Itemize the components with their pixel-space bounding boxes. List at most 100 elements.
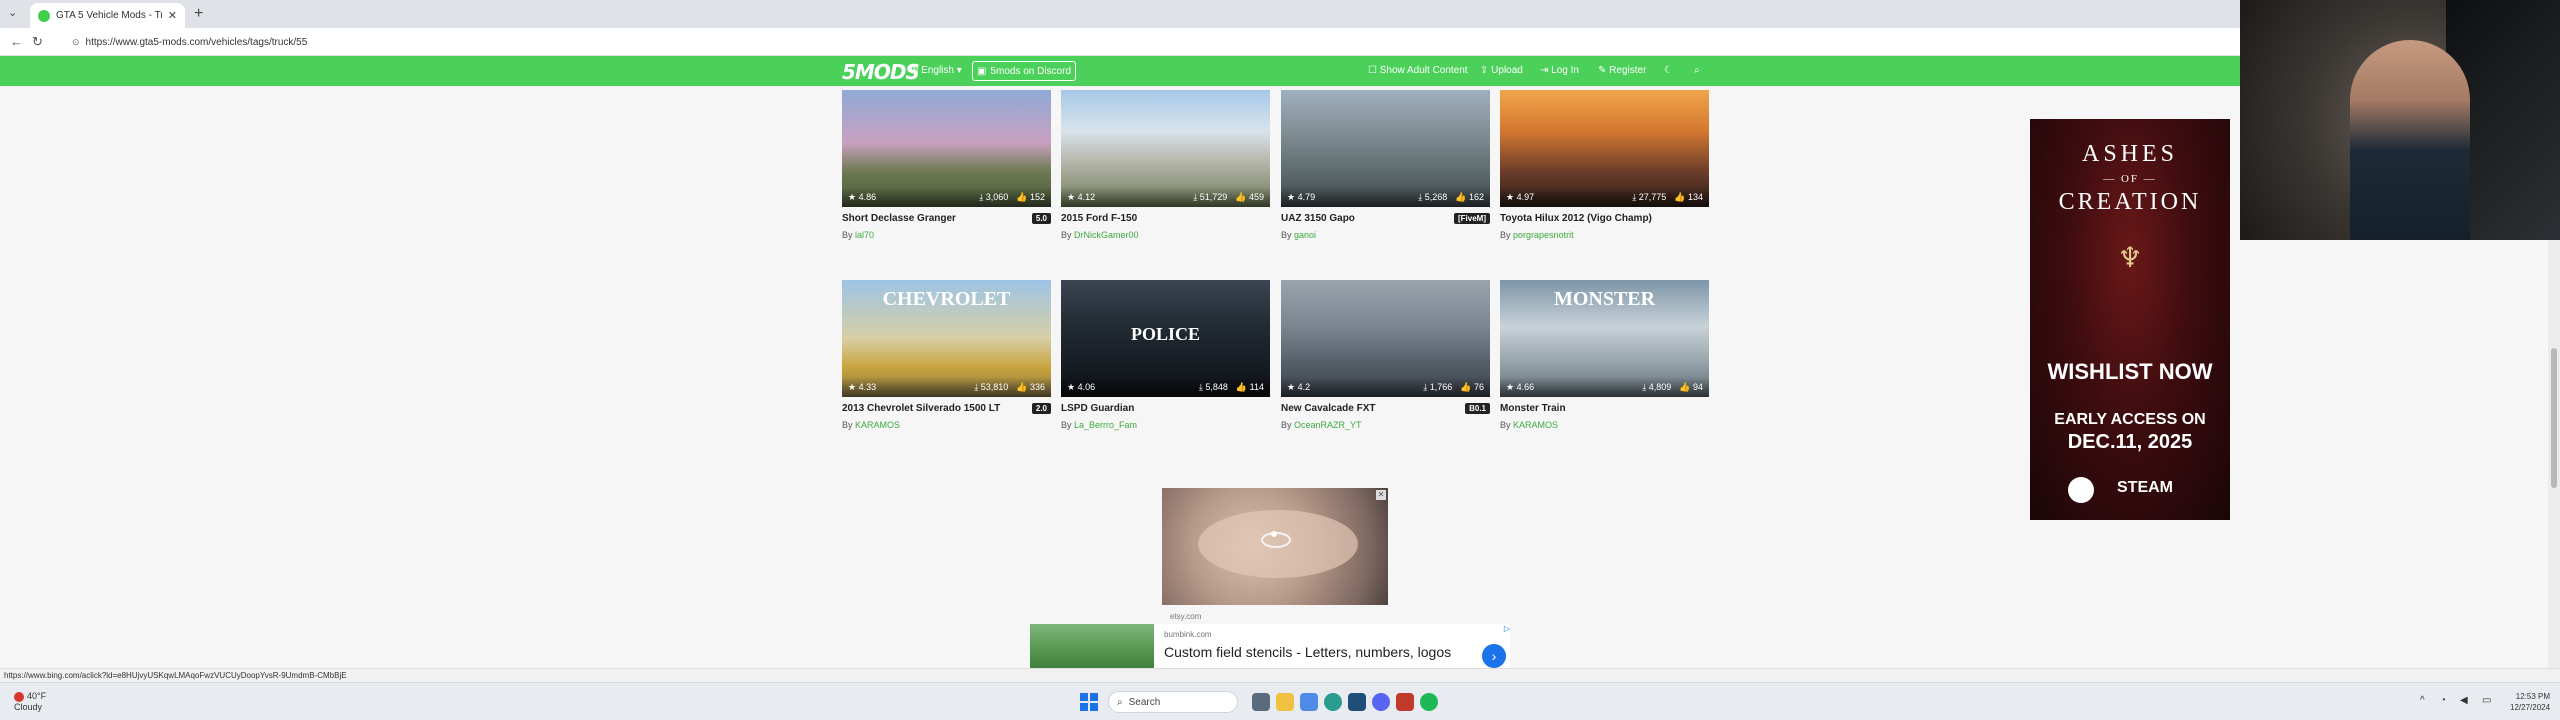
- mod-thumbnail[interactable]: ★ 4.2 ⤓ 1,766 👍 76: [1281, 280, 1490, 397]
- mod-downloads-value: 53,810: [980, 381, 1009, 392]
- volume-icon[interactable]: ◀: [2460, 695, 2468, 706]
- weather-icon: [14, 691, 24, 702]
- browser-tab[interactable]: GTA 5 Vehicle Mods - Truck - GTA ✕: [30, 3, 185, 28]
- mod-likes-value: 162: [1468, 191, 1484, 202]
- mod-title[interactable]: Short Declasse Granger: [842, 213, 956, 224]
- windows-start-icon[interactable]: [1080, 693, 1098, 711]
- theme-icon[interactable]: ☾: [1664, 65, 1673, 76]
- tray-chevron-icon[interactable]: ^: [2420, 695, 2425, 706]
- mod-card[interactable]: CHEVROLET ★ 4.33 ⤓ 53,810 👍 336 2013 Che…: [842, 280, 1051, 430]
- discord-button[interactable]: ▣ 5mods on Discord: [972, 61, 1076, 81]
- mod-card[interactable]: MONSTER ★ 4.66 ⤓ 4,809 👍 94 Monster Trai…: [1500, 280, 1709, 430]
- mod-title[interactable]: 2013 Chevrolet Silverado 1500 LT: [842, 403, 1000, 414]
- browser-icon[interactable]: [1324, 693, 1342, 711]
- mod-author-link[interactable]: porgrapesnotrit: [1513, 230, 1574, 240]
- scrollbar-thumb[interactable]: [2551, 348, 2557, 488]
- site-logo[interactable]: 5MODS: [842, 60, 920, 84]
- mod-rating: ★ 4.66: [1506, 381, 1535, 392]
- mod-likes-value: 76: [1473, 381, 1484, 392]
- bottom-ad[interactable]: bumbink.com Custom field stencils - Lett…: [1030, 624, 1510, 670]
- mod-card[interactable]: ★ 4.86 ⤓ 3,060 👍 152 Short Declasse Gran…: [842, 90, 1051, 240]
- new-tab-icon[interactable]: +: [194, 5, 203, 23]
- tab-list-icon[interactable]: ⌄: [8, 6, 17, 19]
- mod-version-badge: B0.1: [1465, 403, 1490, 414]
- mod-author-link[interactable]: OceanRAZR_YT: [1294, 420, 1362, 430]
- mod-likes: 👍 134: [1674, 191, 1703, 202]
- mod-thumbnail[interactable]: ★ 4.86 ⤓ 3,060 👍 152: [842, 90, 1051, 207]
- mod-title[interactable]: Toyota Hilux 2012 (Vigo Champ): [1500, 213, 1652, 224]
- back-icon[interactable]: ←: [10, 34, 23, 49]
- search-icon[interactable]: ⌕: [1694, 65, 1700, 76]
- discord-app-icon[interactable]: [1372, 693, 1390, 711]
- register-label: Register: [1609, 65, 1647, 76]
- mod-author-link[interactable]: DrNickGamer00: [1074, 230, 1139, 240]
- mod-title[interactable]: Monster Train: [1500, 403, 1566, 414]
- mod-card[interactable]: POLICE ★ 4.06 ⤓ 5,848 👍 114 LSPD Guardia…: [1061, 280, 1270, 430]
- ad-arrow-icon[interactable]: ›: [1482, 644, 1506, 668]
- mod-title[interactable]: New Cavalcade FXT: [1281, 403, 1375, 414]
- mod-thumbnail[interactable]: POLICE ★ 4.06 ⤓ 5,848 👍 114: [1061, 280, 1270, 397]
- url-input[interactable]: ⊙ https://www.gta5-mods.com/vehicles/tag…: [60, 32, 2220, 52]
- login-link[interactable]: ⇥ Log In: [1540, 65, 1579, 76]
- mod-stats: ★ 4.12 ⤓ 51,729 👍 459: [1061, 187, 1270, 207]
- mod-title[interactable]: 2015 Ford F-150: [1061, 213, 1137, 224]
- site-info-icon[interactable]: ⊙: [72, 37, 80, 48]
- mod-thumbnail[interactable]: ★ 4.79 ⤓ 5,268 👍 162: [1281, 90, 1490, 207]
- spotify-icon[interactable]: [1420, 693, 1438, 711]
- ad-thumbnail: [1030, 624, 1154, 670]
- mod-title[interactable]: UAZ 3150 Gapo: [1281, 213, 1355, 224]
- network-icon[interactable]: ◔: [2440, 695, 2446, 706]
- mod-thumbnail[interactable]: ★ 4.97 ⤓ 27,775 👍 134: [1500, 90, 1709, 207]
- mod-thumbnail[interactable]: MONSTER ★ 4.66 ⤓ 4,809 👍 94: [1500, 280, 1709, 397]
- file-explorer-icon[interactable]: [1276, 693, 1294, 711]
- app-icon[interactable]: [1300, 693, 1318, 711]
- task-view-icon[interactable]: [1252, 693, 1270, 711]
- mod-rating: ★ 4.86: [848, 191, 877, 202]
- mod-rating-value: 4.06: [1077, 381, 1096, 392]
- mod-author-row: By ganoi: [1281, 230, 1490, 240]
- mod-author-link[interactable]: KARAMOS: [855, 420, 900, 430]
- weather-widget[interactable]: 40°F Cloudy: [14, 691, 46, 713]
- store-icon[interactable]: [1348, 693, 1366, 711]
- mod-downloads: ⤓ 5,848: [1198, 381, 1228, 392]
- mod-rating: ★ 4.12: [1067, 191, 1096, 202]
- mod-downloads-value: 1,766: [1429, 381, 1453, 392]
- mod-author-link[interactable]: lal70: [855, 230, 874, 240]
- mod-card[interactable]: ★ 4.97 ⤓ 27,775 👍 134 Toyota Hilux 2012 …: [1500, 90, 1709, 240]
- mod-author-link[interactable]: ganoi: [1294, 230, 1316, 240]
- thumbnail-overlay-text: MONSTER: [1553, 288, 1656, 310]
- notification-icon[interactable]: ▭: [2482, 695, 2491, 706]
- reload-icon[interactable]: ↻: [32, 34, 43, 50]
- mod-stats: ★ 4.97 ⤓ 27,775 👍 134: [1500, 187, 1709, 207]
- adult-content-toggle[interactable]: ☐ Show Adult Content: [1368, 65, 1468, 76]
- ring-photo: [1198, 510, 1358, 578]
- ad-close-icon[interactable]: ✕: [1376, 490, 1386, 500]
- mod-author-link[interactable]: KARAMOS: [1513, 420, 1558, 430]
- side-ad[interactable]: ASHES — OF — CREATION ♆ WISHLIST NOW EAR…: [2030, 119, 2230, 520]
- mod-card[interactable]: ★ 4.2 ⤓ 1,766 👍 76 New Cavalcade FXT B0.…: [1281, 280, 1490, 430]
- mod-author-row: By La_Berrro_Fam: [1061, 420, 1270, 430]
- weather-temp: 40°F: [27, 691, 47, 701]
- mod-title[interactable]: LSPD Guardian: [1061, 403, 1134, 414]
- ad-banner-image[interactable]: ✕: [1162, 488, 1388, 605]
- taskbar-search[interactable]: ⌕ Search: [1108, 691, 1238, 713]
- mod-likes: 👍 459: [1235, 191, 1264, 202]
- mod-card[interactable]: ★ 4.12 ⤓ 51,729 👍 459 2015 Ford F-150 By…: [1061, 90, 1270, 240]
- language-select[interactable]: ⊞ English ▾: [910, 65, 962, 76]
- register-link[interactable]: ✎ Register: [1598, 65, 1646, 76]
- close-icon[interactable]: ✕: [168, 9, 177, 22]
- side-ad-cta: WISHLIST NOW: [2047, 359, 2213, 384]
- by-label: By: [1061, 420, 1072, 430]
- mod-author-row: By DrNickGamer00: [1061, 230, 1270, 240]
- obs-icon[interactable]: [1396, 693, 1414, 711]
- mod-author-link[interactable]: La_Berrro_Fam: [1074, 420, 1137, 430]
- upload-link[interactable]: ⇪ Upload: [1480, 65, 1523, 76]
- mod-card[interactable]: ★ 4.79 ⤓ 5,268 👍 162 UAZ 3150 Gapo [Five…: [1281, 90, 1490, 240]
- mod-rating-value: 4.33: [858, 381, 877, 392]
- ad-info-icon[interactable]: ▷: [1504, 624, 1510, 633]
- adult-content-label: Show Adult Content: [1379, 65, 1468, 76]
- mod-thumbnail[interactable]: ★ 4.12 ⤓ 51,729 👍 459: [1061, 90, 1270, 207]
- mod-thumbnail[interactable]: CHEVROLET ★ 4.33 ⤓ 53,810 👍 336: [842, 280, 1051, 397]
- mod-likes: 👍 336: [1016, 381, 1045, 392]
- clock[interactable]: 12:53 PM 12/27/2024: [2510, 691, 2550, 713]
